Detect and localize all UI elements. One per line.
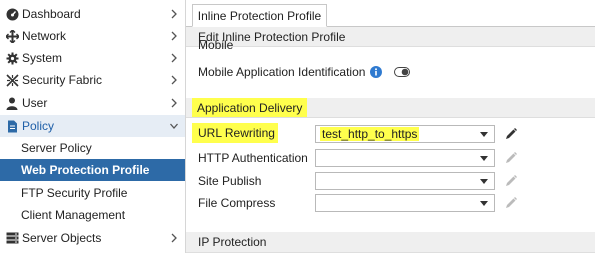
chevron-down-icon	[480, 201, 488, 206]
sidebar-item-web-protection-profile[interactable]: Web Protection Profile	[0, 159, 185, 181]
sidebar-item-label: Policy	[22, 119, 55, 133]
sidebar-item-user[interactable]: User	[0, 92, 185, 114]
file-compress-label: File Compress	[198, 196, 276, 210]
edit-pencil-icon[interactable]	[504, 196, 518, 210]
chevron-right-icon	[171, 31, 177, 41]
application-delivery-title: Application Delivery	[192, 98, 308, 117]
chevron-right-icon	[171, 9, 177, 19]
file-compress-select[interactable]	[315, 194, 495, 212]
edit-header: Edit Inline Protection Profile	[186, 27, 595, 47]
chevron-right-icon	[171, 75, 177, 85]
chevron-down-icon	[480, 179, 488, 184]
info-icon[interactable]	[370, 66, 383, 78]
url-rewriting-value: test_http_to_https	[320, 127, 420, 141]
sidebar-item-label: System	[22, 51, 63, 65]
mobile-section-label: Mobile	[198, 40, 234, 50]
security-fabric-icon	[4, 73, 20, 87]
sidebar-item-label: Server Objects	[22, 231, 102, 245]
application-delivery-header: Application Delivery	[186, 98, 595, 118]
ip-protection-title: IP Protection	[198, 235, 267, 249]
chevron-down-icon	[480, 156, 488, 161]
site-publish-label: Site Publish	[198, 174, 262, 188]
site-publish-select[interactable]	[315, 172, 495, 190]
mobile-app-id-row: Mobile Application Identification	[198, 65, 411, 79]
edit-pencil-icon[interactable]	[504, 151, 518, 165]
sidebar-item-system[interactable]: System	[0, 47, 185, 69]
url-rewriting-select[interactable]: test_http_to_https	[315, 125, 495, 143]
tab-bar: Inline Protection Profile	[186, 0, 595, 27]
sidebar-item-label: Security Fabric	[22, 73, 103, 87]
chevron-down-icon	[480, 132, 488, 137]
sidebar-item-label: Network	[22, 29, 67, 43]
sidebar-item-policy[interactable]: Policy	[0, 115, 185, 137]
sidebar-item-client-management[interactable]: Client Management	[0, 204, 185, 226]
edit-pencil-icon[interactable]	[504, 127, 518, 141]
sidebar-item-label: User	[22, 96, 48, 110]
sidebar-item-security-fabric[interactable]: Security Fabric	[0, 69, 185, 91]
mobile-app-id-toggle[interactable]	[394, 67, 411, 77]
chevron-down-icon	[170, 123, 178, 129]
gear-icon	[4, 52, 20, 65]
chevron-right-icon	[171, 98, 177, 108]
main-content: Edit Inline Protection Profile Mobile Mo…	[186, 27, 595, 253]
chevron-right-icon	[171, 233, 177, 243]
sidebar: Dashboard Network System Security Fabric…	[0, 0, 186, 253]
sidebar-item-label: Dashboard	[22, 7, 81, 21]
user-icon	[4, 97, 20, 110]
ip-protection-header: IP Protection	[186, 232, 595, 253]
sidebar-item-server-objects[interactable]: Server Objects	[0, 227, 185, 249]
sidebar-item-label: Server Policy	[21, 141, 92, 155]
sidebar-item-ftp-security-profile[interactable]: FTP Security Profile	[0, 182, 185, 204]
sidebar-item-network[interactable]: Network	[0, 25, 185, 47]
server-objects-icon	[4, 232, 20, 244]
url-rewriting-label: URL Rewriting	[192, 123, 278, 143]
sidebar-item-label: Client Management	[21, 208, 126, 222]
dashboard-icon	[4, 8, 20, 21]
http-authentication-select[interactable]	[315, 149, 495, 167]
tab-inline-protection-profile[interactable]: Inline Protection Profile	[192, 4, 327, 27]
chevron-right-icon	[171, 53, 177, 63]
network-icon	[4, 29, 20, 43]
policy-icon	[4, 120, 20, 133]
sidebar-item-label: FTP Security Profile	[21, 186, 128, 200]
sidebar-item-dashboard[interactable]: Dashboard	[0, 3, 185, 25]
http-authentication-label: HTTP Authentication	[198, 151, 308, 165]
sidebar-item-label: Web Protection Profile	[21, 163, 150, 177]
edit-pencil-icon[interactable]	[504, 174, 518, 188]
mobile-app-id-label: Mobile Application Identification	[198, 65, 366, 79]
sidebar-item-server-policy[interactable]: Server Policy	[0, 137, 185, 159]
